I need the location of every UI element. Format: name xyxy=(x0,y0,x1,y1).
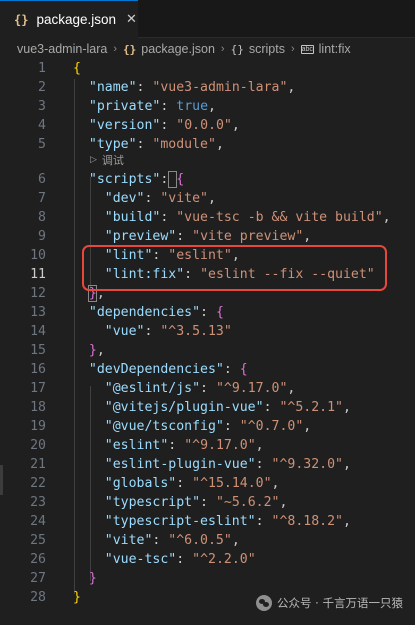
code-line: "vue-tsc": "^2.2.0" xyxy=(104,552,256,567)
line-number: 27 xyxy=(30,571,46,586)
code-line: "eslint-plugin-vue": "^9.32.0", xyxy=(104,457,351,472)
code-line: "vue": "^3.5.13" xyxy=(104,324,232,339)
code-line: "private": true, xyxy=(88,99,216,114)
code-line: "dev": "vite", xyxy=(104,191,216,206)
code-line: }, xyxy=(88,343,105,358)
code-line: "typescript": "~5.6.2", xyxy=(104,495,288,510)
play-icon: ▷ xyxy=(90,155,97,165)
line-number: 23 xyxy=(30,495,46,510)
line-number: 13 xyxy=(30,305,46,320)
line-number: 9 xyxy=(38,229,46,244)
tab-bar: {} package.json ✕ xyxy=(0,0,415,38)
line-number: 5 xyxy=(38,137,46,152)
watermark: 公众号 · 千言万语一只猿 xyxy=(256,595,403,611)
code-line: "version": "0.0.0", xyxy=(88,118,240,133)
code-editor[interactable]: 1 2 3 4 5 6 7 8 9 10 11 12 13 14 15 16 1… xyxy=(0,60,415,625)
code-line: "@vue/tsconfig": "^0.7.0", xyxy=(104,419,312,434)
line-number: 21 xyxy=(30,457,46,472)
code-line: } xyxy=(88,571,97,586)
line-number: 7 xyxy=(38,191,46,206)
json-file-icon: {} xyxy=(14,12,29,27)
code-line: "preview": "vite preview", xyxy=(104,229,312,244)
line-number: 22 xyxy=(30,476,46,491)
line-number: 3 xyxy=(38,99,46,114)
code-line: "vite": "^6.0.5", xyxy=(104,533,240,548)
code-line: } xyxy=(73,590,81,605)
codelens-debug[interactable]: ▷ 调试 xyxy=(90,152,124,168)
chevron-right-icon: › xyxy=(220,43,225,55)
codelens-label: 调试 xyxy=(101,154,124,167)
line-number: 14 xyxy=(30,324,46,339)
line-number-active: 11 xyxy=(30,267,46,282)
line-number: 4 xyxy=(38,118,46,133)
line-number: 2 xyxy=(38,80,46,95)
line-number: 19 xyxy=(30,419,46,434)
code-line: "@eslint/js": "^9.17.0", xyxy=(104,381,296,396)
tab-label: package.json xyxy=(36,12,117,27)
string-symbol-icon: abc xyxy=(300,44,314,54)
close-icon[interactable]: ✕ xyxy=(126,12,137,27)
line-number: 10 xyxy=(30,248,46,263)
code-line: "name": "vue3-admin-lara", xyxy=(88,80,296,95)
code-line: "eslint": "^9.17.0", xyxy=(104,438,264,453)
line-number: 26 xyxy=(30,552,46,567)
breadcrumb: vue3-admin-lara › {} package.json › {} s… xyxy=(0,38,415,60)
scroll-marker xyxy=(0,465,3,495)
line-number: 8 xyxy=(38,210,46,225)
code-line: "@vitejs/plugin-vue": "^5.2.1", xyxy=(104,400,351,415)
breadcrumb-folder[interactable]: vue3-admin-lara xyxy=(17,42,107,56)
breadcrumb-current[interactable]: lint:fix xyxy=(319,42,351,56)
line-number: 17 xyxy=(30,381,46,396)
json-file-icon: {} xyxy=(123,42,137,56)
object-symbol-icon: {} xyxy=(230,42,244,56)
tab-package-json[interactable]: {} package.json ✕ xyxy=(0,0,138,38)
code-line: "devDependencies": { xyxy=(88,362,248,377)
breadcrumb-scripts[interactable]: scripts xyxy=(249,42,285,56)
line-number: 12 xyxy=(30,286,46,301)
wechat-icon xyxy=(256,595,273,611)
line-number: 20 xyxy=(30,438,46,453)
line-number: 25 xyxy=(30,533,46,548)
chevron-right-icon: › xyxy=(113,43,117,55)
line-number: 15 xyxy=(30,343,46,358)
breadcrumb-file[interactable]: package.json xyxy=(141,42,215,56)
code-line: { xyxy=(73,61,81,76)
line-number: 28 xyxy=(30,590,46,605)
watermark-text: 公众号 · 千言万语一只猿 xyxy=(277,596,403,610)
chevron-right-icon: › xyxy=(290,43,295,55)
line-number: 6 xyxy=(38,172,46,187)
code-line: "build": "vue-tsc -b && vite build", xyxy=(104,210,391,225)
line-number: 24 xyxy=(30,514,46,529)
code-line: "dependencies": { xyxy=(88,305,224,320)
bracket-match-highlight xyxy=(168,171,177,188)
code-line: "globals": "^15.14.0", xyxy=(104,476,280,491)
line-number: 16 xyxy=(30,362,46,377)
line-number: 1 xyxy=(38,61,46,76)
code-line: "typescript-eslint": "^8.18.2", xyxy=(104,514,351,529)
annotation-highlight-box xyxy=(82,245,387,291)
line-number: 18 xyxy=(30,400,46,415)
